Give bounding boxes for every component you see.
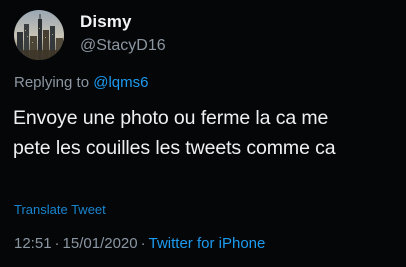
reply-mention-link[interactable]: @lqms6 — [93, 74, 148, 91]
author-display-name[interactable]: Dismy — [80, 12, 166, 32]
author-names: Dismy @StacyD16 — [80, 12, 166, 56]
tweet-time[interactable]: 12:51 — [14, 235, 52, 252]
tweet-meta: 12:51 · 15/01/2020 · Twitter for iPhone — [14, 234, 265, 254]
city-skyline-avatar[interactable] — [14, 10, 64, 60]
meta-separator: · — [54, 235, 60, 252]
translate-tweet-link[interactable]: Translate Tweet — [14, 201, 106, 219]
author-handle[interactable]: @StacyD16 — [80, 36, 166, 56]
tweet-text-line: pete les couilles les tweets comme ca — [13, 137, 336, 159]
tweet-text: Envoye une photo ou ferme la ca me pete … — [13, 103, 398, 163]
tweet-source-link[interactable]: Twitter for iPhone — [149, 235, 266, 252]
tweet-card: Dismy @StacyD16 Replying to @lqms6 Envoy… — [0, 0, 406, 267]
tweet-date[interactable]: 15/01/2020 — [63, 235, 138, 252]
tweet-header: Dismy @StacyD16 — [14, 10, 166, 60]
replying-to-label: Replying to — [14, 74, 90, 91]
tweet-text-line: Envoye une photo ou ferme la ca me — [13, 107, 329, 129]
meta-separator: · — [140, 235, 146, 252]
replying-to-line: Replying to @lqms6 — [14, 73, 148, 93]
